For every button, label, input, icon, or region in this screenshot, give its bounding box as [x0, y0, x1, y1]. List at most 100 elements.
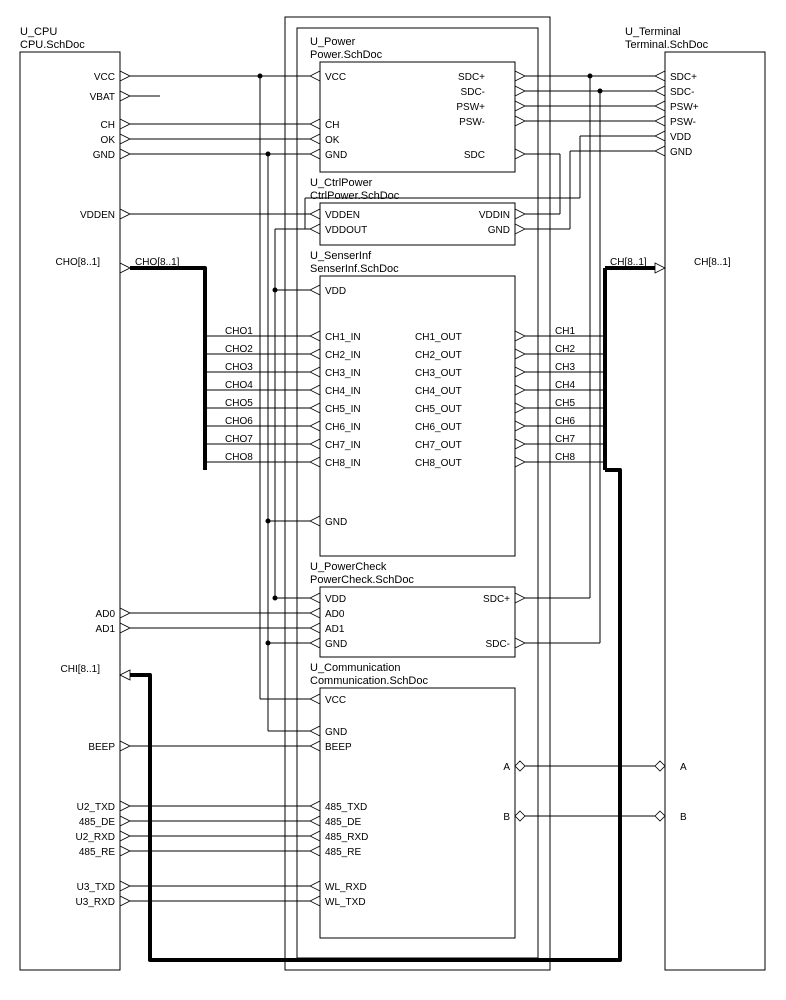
- svg-text:BEEP: BEEP: [88, 742, 115, 753]
- svg-text:U2_RXD: U2_RXD: [76, 832, 115, 843]
- svg-text:CH4_OUT: CH4_OUT: [415, 386, 462, 397]
- comm-file: Communication.SchDoc: [310, 675, 428, 687]
- ctrlpower-file: CtrlPower.SchDoc: [310, 190, 400, 202]
- svg-text:U3_TXD: U3_TXD: [77, 882, 115, 893]
- power-pin-vcc: VCC: [325, 72, 346, 83]
- power-pin-pswp: PSW+: [456, 102, 485, 113]
- svg-text:VDD: VDD: [670, 132, 691, 143]
- svg-text:CH5_IN: CH5_IN: [325, 404, 361, 415]
- svg-text:CH3_OUT: CH3_OUT: [415, 368, 462, 379]
- nets: [130, 74, 655, 901]
- comm-pin-beep: BEEP: [325, 742, 352, 753]
- svg-text:CHO6: CHO6: [225, 416, 253, 427]
- svg-text:CH5_OUT: CH5_OUT: [415, 404, 462, 415]
- svg-text:AD0: AD0: [96, 609, 116, 620]
- svg-text:CHO2: CHO2: [225, 344, 253, 355]
- block-u-power: U_Power Power.SchDoc VCC CH OK GND SDC+ …: [310, 36, 525, 172]
- cho-net-labels: CHO1 CHO2 CHO3 CHO4 CHO5 CHO6 CHO7 CHO8 …: [225, 326, 575, 463]
- comm-pin-gnd: GND: [325, 727, 347, 738]
- cpu-title: U_CPU: [20, 26, 57, 38]
- svg-text:CH3: CH3: [555, 362, 575, 373]
- svg-text:CH7: CH7: [555, 434, 575, 445]
- power-pin-ok: OK: [325, 135, 340, 146]
- svg-text:CH4_IN: CH4_IN: [325, 386, 361, 397]
- comm-pin-a: A: [503, 762, 510, 773]
- svg-text:CHO8: CHO8: [225, 452, 253, 463]
- comm-pin-wltxd: WL_TXD: [325, 897, 366, 908]
- svg-text:PSW-: PSW-: [670, 117, 696, 128]
- block-u-powercheck: U_PowerCheck PowerCheck.SchDoc VDD AD0 A…: [310, 561, 525, 657]
- svg-text:CH8_IN: CH8_IN: [325, 458, 361, 469]
- powercheck-pin-gnd: GND: [325, 639, 347, 650]
- svg-text:VDDEN: VDDEN: [80, 210, 115, 221]
- power-pin-sdc: SDC: [464, 150, 485, 161]
- comm-pin-b: B: [503, 812, 510, 823]
- svg-text:VCC: VCC: [94, 72, 115, 83]
- svg-text:CH1_OUT: CH1_OUT: [415, 332, 462, 343]
- comm-pin-wlrxd: WL_RXD: [325, 882, 367, 893]
- block-u-senserinf: U_SenserInf SenserInf.SchDoc VDD CH1_IN …: [310, 250, 525, 556]
- svg-text:U2_TXD: U2_TXD: [77, 802, 115, 813]
- svg-text:CH7_IN: CH7_IN: [325, 440, 361, 451]
- terminal-title: U_Terminal: [625, 26, 681, 38]
- power-pin-sdcm: SDC-: [461, 87, 485, 98]
- ctrlpower-pin-vddin: VDDIN: [479, 210, 510, 221]
- svg-text:CH4: CH4: [555, 380, 575, 391]
- svg-text:485_RE: 485_RE: [79, 847, 115, 858]
- svg-text:CH7_OUT: CH7_OUT: [415, 440, 462, 451]
- cpu-pins: VCC VBAT CH OK GND VDDEN CHO[8..1] CHO[8…: [56, 71, 180, 908]
- power-pin-ch: CH: [325, 120, 339, 131]
- svg-text:GND: GND: [670, 147, 692, 158]
- svg-text:CHO[8..1]: CHO[8..1]: [56, 257, 101, 268]
- block-u-terminal: U_Terminal Terminal.SchDoc: [625, 26, 765, 970]
- powercheck-pin-vdd: VDD: [325, 594, 346, 605]
- comm-pin-vcc: VCC: [325, 695, 346, 706]
- powercheck-pin-sdcm: SDC-: [486, 639, 510, 650]
- svg-text:CH1_IN: CH1_IN: [325, 332, 361, 343]
- senserinf-file: SenserInf.SchDoc: [310, 263, 399, 275]
- ctrlpower-title: U_CtrlPower: [310, 177, 373, 189]
- power-file: Power.SchDoc: [310, 49, 383, 61]
- svg-text:CH8_OUT: CH8_OUT: [415, 458, 462, 469]
- power-pin-gnd: GND: [325, 150, 347, 161]
- block-u-communication: U_Communication Communication.SchDoc VCC…: [310, 662, 525, 938]
- powercheck-file: PowerCheck.SchDoc: [310, 574, 414, 586]
- senserinf-pin-vdd: VDD: [325, 286, 346, 297]
- cpu-file: CPU.SchDoc: [20, 39, 85, 51]
- power-pin-pswm: PSW-: [459, 117, 485, 128]
- senserinf-channels: CH1_IN CH1_OUT CH2_IN CH2_OUT CH3_IN CH3…: [310, 331, 525, 469]
- powercheck-title: U_PowerCheck: [310, 561, 387, 573]
- comm-pin-485txd: 485_TXD: [325, 802, 367, 813]
- senserinf-pin-gnd: GND: [325, 517, 347, 528]
- svg-text:AD1: AD1: [96, 624, 116, 635]
- svg-text:CH2: CH2: [555, 344, 575, 355]
- powercheck-pin-sdcp: SDC+: [483, 594, 510, 605]
- svg-text:GND: GND: [93, 150, 115, 161]
- powercheck-pin-ad0: AD0: [325, 609, 345, 620]
- svg-text:CH2_OUT: CH2_OUT: [415, 350, 462, 361]
- svg-text:CHO3: CHO3: [225, 362, 253, 373]
- svg-text:OK: OK: [101, 135, 116, 146]
- comm-pin-485rxd: 485_RXD: [325, 832, 368, 843]
- svg-text:485_DE: 485_DE: [79, 817, 115, 828]
- svg-text:A: A: [680, 762, 687, 773]
- svg-text:CH2_IN: CH2_IN: [325, 350, 361, 361]
- svg-text:CH5: CH5: [555, 398, 575, 409]
- svg-text:CHO7: CHO7: [225, 434, 253, 445]
- svg-text:PSW+: PSW+: [670, 102, 699, 113]
- block-u-ctrlpower: U_CtrlPower CtrlPower.SchDoc VDDEN VDDOU…: [310, 177, 525, 245]
- svg-text:CHO4: CHO4: [225, 380, 253, 391]
- schematic-diagram: U_CPU CPU.SchDoc U_Terminal Terminal.Sch…: [0, 0, 786, 1000]
- svg-text:SDC+: SDC+: [670, 72, 697, 83]
- svg-text:VBAT: VBAT: [90, 92, 115, 103]
- ctrlpower-pin-vddout: VDDOUT: [325, 225, 367, 236]
- comm-title: U_Communication: [310, 662, 400, 674]
- power-pin-sdcp: SDC+: [458, 72, 485, 83]
- svg-text:CH8: CH8: [555, 452, 575, 463]
- svg-text:U3_RXD: U3_RXD: [76, 897, 115, 908]
- svg-text:B: B: [680, 812, 687, 823]
- ctrlpower-pin-vdden: VDDEN: [325, 210, 360, 221]
- comm-pin-485re: 485_RE: [325, 847, 361, 858]
- svg-text:CH6_IN: CH6_IN: [325, 422, 361, 433]
- svg-text:CHO1: CHO1: [225, 326, 253, 337]
